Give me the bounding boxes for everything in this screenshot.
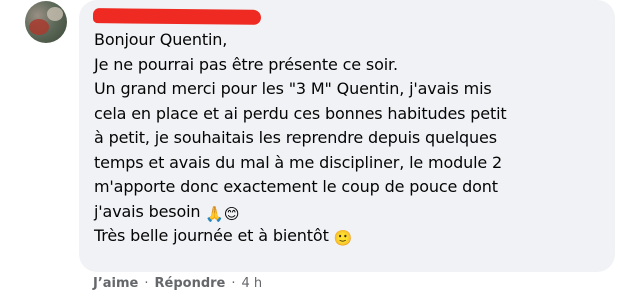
comment-page: Bonjour Quentin, Je ne pourrai pas être …: [0, 0, 618, 304]
avatar-photo-detail: [47, 7, 63, 21]
reply-button[interactable]: Répondre: [155, 276, 226, 291]
comment-line: à petit, je souhaitais les reprendre dep…: [94, 128, 497, 147]
comment-body: Bonjour Quentin, Je ne pourrai pas être …: [94, 28, 610, 249]
redaction-mark: [93, 8, 262, 25]
comment-line-with-emoji: Très belle journée et à bientôt 🙂: [94, 224, 610, 249]
comment-line: temps et avais du mal à me discipliner, …: [94, 152, 503, 172]
slight-smile-icon: 🙂: [333, 229, 353, 247]
comment-line: Un grand merci pour les "3 M" Quentin, j…: [94, 79, 492, 98]
comment-line: m'apporte donc exactement le coup de pou…: [94, 177, 498, 196]
comment-line-with-emoji: j'avais besoin 🙏😊: [94, 200, 610, 225]
separator-dot: ·: [144, 276, 149, 291]
comment-timestamp[interactable]: 4 h: [242, 276, 263, 291]
comment-line-text: Très belle journée et à bientôt: [94, 226, 329, 245]
praying-hands-icon: 🙏: [205, 204, 224, 223]
comment-actions: J’aime · Répondre · 4 h: [93, 276, 262, 291]
avatar[interactable]: [25, 1, 67, 43]
comment-line: Bonjour Quentin,: [94, 30, 228, 49]
like-button[interactable]: J’aime: [93, 276, 138, 291]
comment-line: Je ne pourrai pas être présente ce soir.: [94, 54, 398, 74]
avatar-photo-detail: [29, 19, 49, 35]
smiling-face-icon: 😊: [223, 204, 240, 223]
comment-line: cela en place et ai perdu ces bonnes hab…: [94, 103, 507, 123]
separator-dot: ·: [231, 276, 236, 291]
comment-line-text: j'avais besoin: [94, 201, 201, 221]
comment-author[interactable]: [93, 6, 263, 26]
